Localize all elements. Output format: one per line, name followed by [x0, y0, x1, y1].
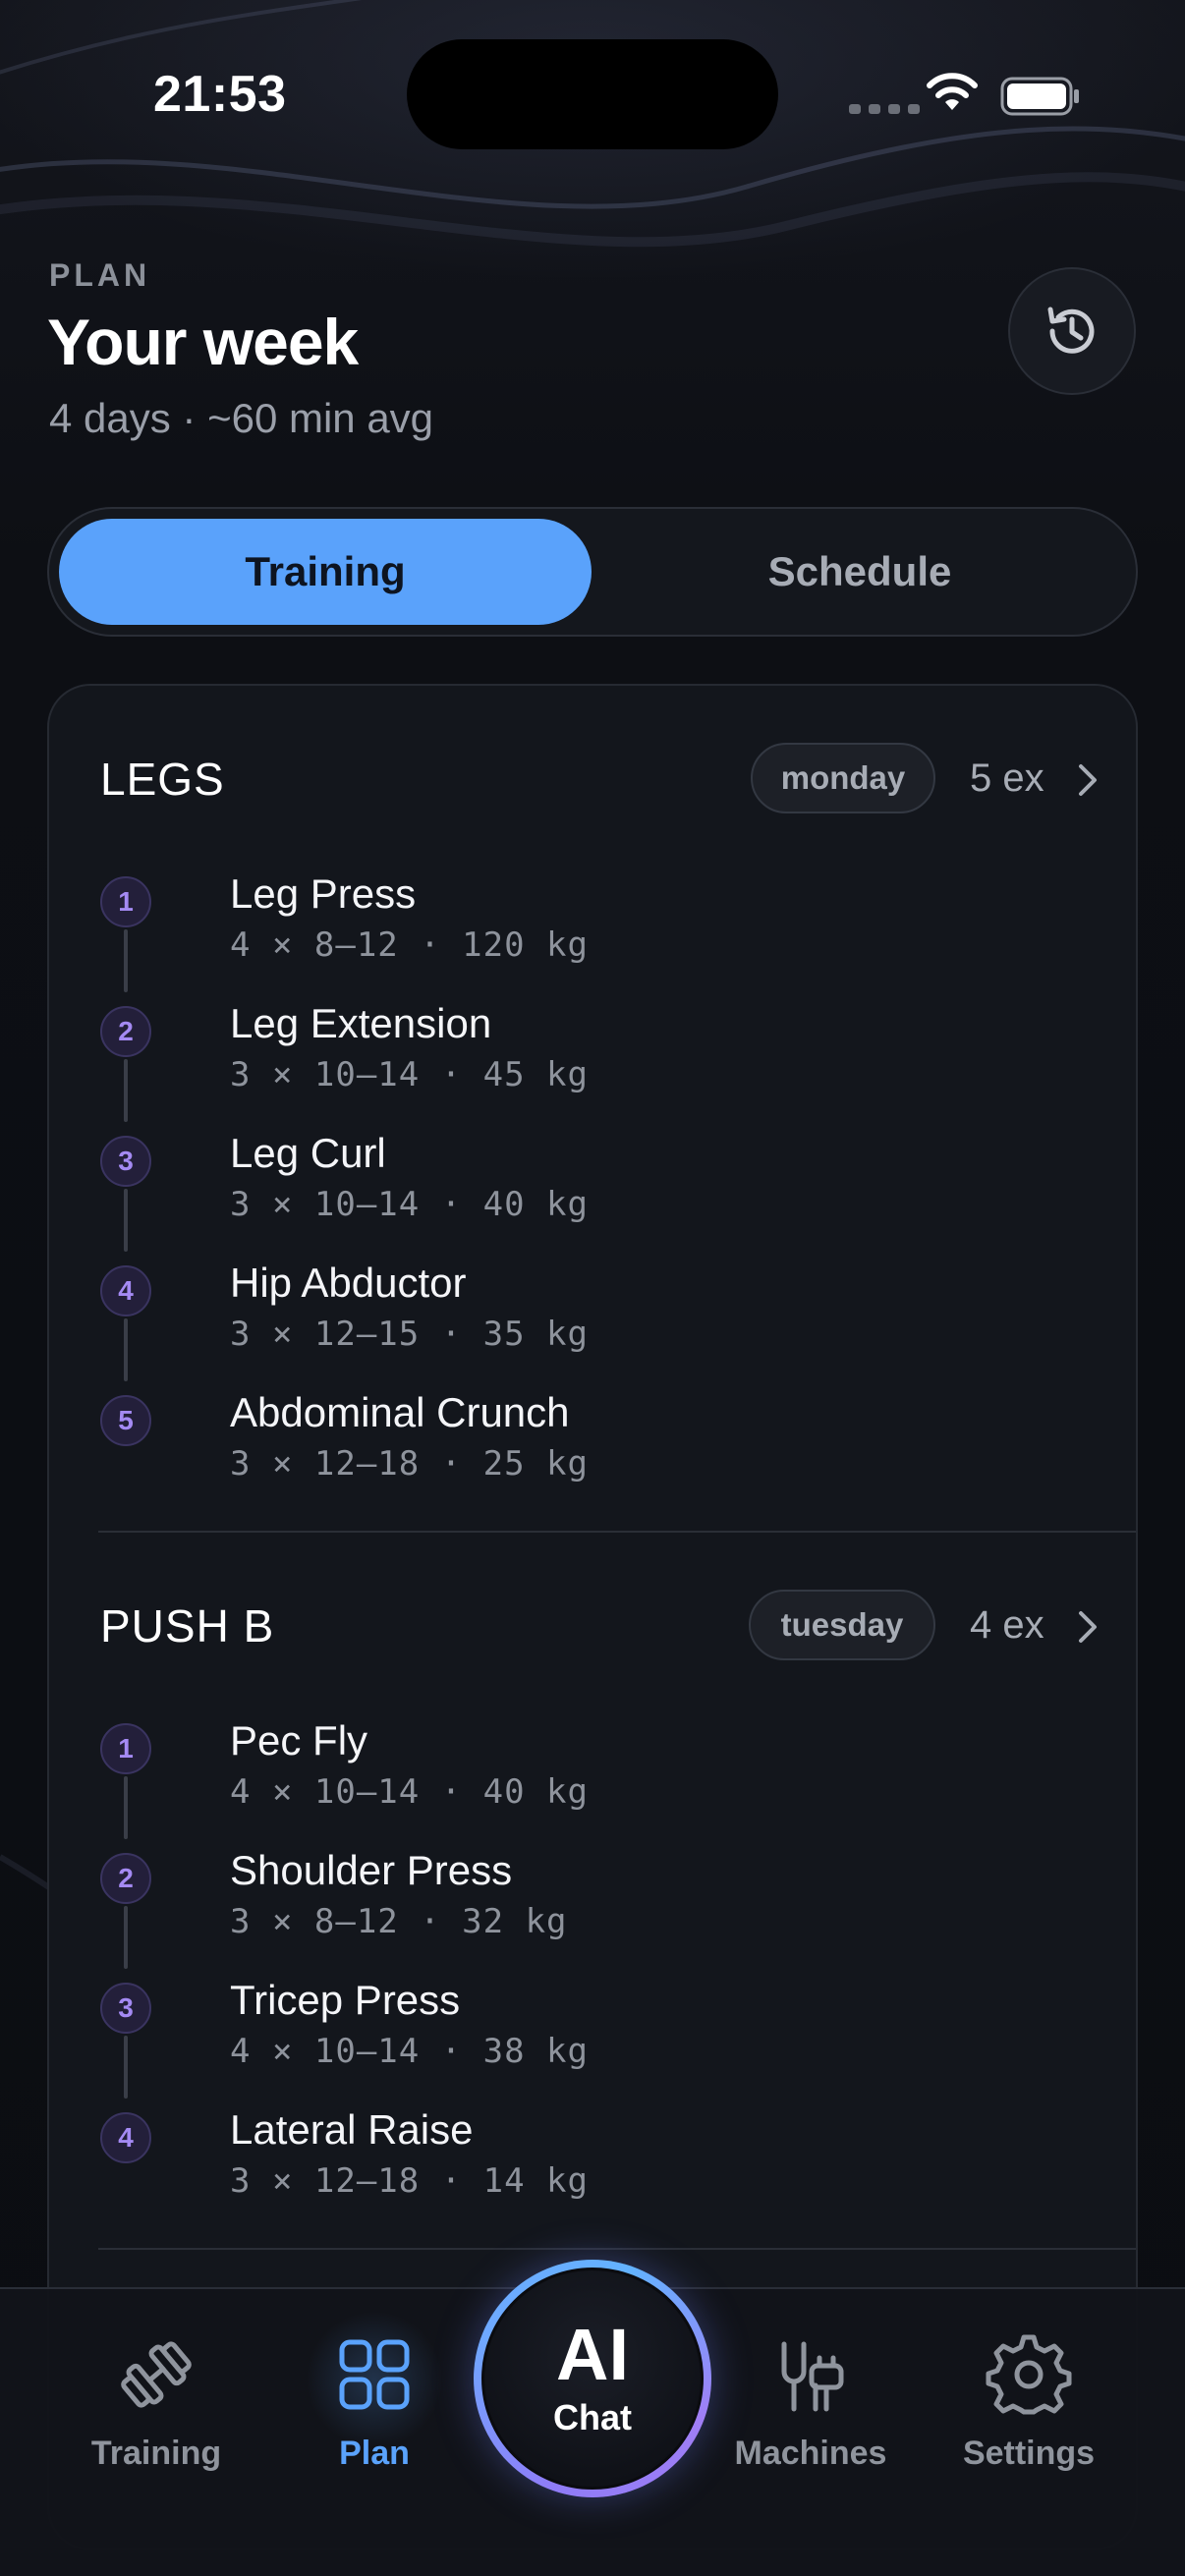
exercise-detail: 3 × 10–14 · 40 kg: [230, 1185, 589, 1224]
timeline-connector: [124, 1318, 128, 1381]
exercise-detail: 4 × 8–12 · 120 kg: [230, 925, 589, 965]
exercise-detail: 3 × 12–15 · 35 kg: [230, 1315, 589, 1354]
exercise-number: 5: [100, 1395, 151, 1446]
tab-label: Machines: [734, 2435, 887, 2472]
exercise-name: Leg Curl: [230, 1130, 386, 1176]
workout-divider: [98, 1531, 1136, 1533]
tab-label: Plan: [339, 2435, 410, 2472]
status-time: 21:53: [153, 66, 287, 123]
exercise-item[interactable]: 4 Lateral Raise 3 × 12–18 · 14 kg: [100, 2106, 1083, 2236]
tab-settings[interactable]: Settings: [935, 2330, 1122, 2527]
page-title: Your week: [47, 306, 359, 378]
section-eyebrow: PLAN: [49, 257, 151, 293]
exercise-number: 2: [100, 1006, 151, 1057]
dynamic-island: [407, 39, 778, 149]
tab-plan[interactable]: Plan: [281, 2311, 468, 2527]
exercise-item[interactable]: 3 Leg Curl 3 × 10–14 · 40 kg: [100, 1130, 1083, 1260]
chevron-right-icon[interactable]: [1073, 762, 1102, 798]
exercise-number: 3: [100, 1136, 151, 1187]
exercise-name: Tricep Press: [230, 1977, 461, 2023]
exercise-name: Pec Fly: [230, 1717, 368, 1764]
exercise-item[interactable]: 2 Shoulder Press 3 × 8–12 · 32 kg: [100, 1847, 1083, 1977]
day-badge: monday: [751, 743, 935, 813]
exercise-number: 1: [100, 1723, 151, 1774]
tab-training[interactable]: Training: [63, 2330, 250, 2527]
chat-label: Chat: [553, 2397, 632, 2437]
exercise-name: Abdominal Crunch: [230, 1389, 570, 1435]
dumbbell-icon: [121, 2341, 192, 2408]
plug-icon: [781, 2341, 844, 2412]
tab-label: Training: [90, 2435, 222, 2472]
timeline-connector: [124, 1906, 128, 1969]
exercise-detail: 3 × 12–18 · 14 kg: [230, 2161, 589, 2201]
history-button[interactable]: [1008, 267, 1136, 395]
exercise-item[interactable]: 3 Tricep Press 4 × 10–14 · 38 kg: [100, 1977, 1083, 2106]
page-subtitle: 4 days · ~60 min avg: [49, 395, 434, 441]
timeline-connector: [124, 1776, 128, 1839]
segment-training[interactable]: Training: [59, 519, 592, 625]
exercise-item[interactable]: 1 Pec Fly 4 × 10–14 · 40 kg: [100, 1717, 1083, 1847]
exercise-item[interactable]: 1 Leg Press 4 × 8–12 · 120 kg: [100, 870, 1083, 1000]
ai-chat-inner: AI Chat: [481, 2268, 704, 2490]
exercise-item[interactable]: 4 Hip Abductor 3 × 12–15 · 35 kg: [100, 1260, 1083, 1389]
wifi-icon: [927, 73, 978, 110]
exercise-number: 4: [100, 1265, 151, 1316]
workout-title: LEGS: [100, 754, 225, 805]
battery-icon: [1000, 77, 1079, 116]
exercise-item[interactable]: 5 Abdominal Crunch 3 × 12–18 · 25 kg: [100, 1389, 1083, 1519]
cellular-signal-icon: [849, 104, 920, 114]
exercise-detail: 3 × 8–12 · 32 kg: [230, 1902, 568, 1941]
tab-label: Settings: [962, 2435, 1096, 2472]
exercise-detail: 4 × 10–14 · 40 kg: [230, 1772, 589, 1812]
exercise-detail: 4 × 10–14 · 38 kg: [230, 2032, 589, 2071]
exercise-name: Leg Extension: [230, 1000, 492, 1046]
exercise-name: Hip Abductor: [230, 1260, 467, 1306]
exercise-number: 2: [100, 1853, 151, 1904]
exercise-number: 4: [100, 2112, 151, 2163]
exercise-name: Leg Press: [230, 870, 417, 917]
workout-title: PUSH B: [100, 1600, 275, 1652]
exercise-detail: 3 × 12–18 · 25 kg: [230, 1444, 589, 1484]
segment-schedule[interactable]: Schedule: [592, 519, 1128, 625]
day-badge: tuesday: [749, 1590, 935, 1660]
timeline-connector: [124, 929, 128, 992]
exercise-name: Lateral Raise: [230, 2106, 474, 2153]
timeline-connector: [124, 1189, 128, 1252]
exercise-name: Shoulder Press: [230, 1847, 513, 1893]
exercise-number: 1: [100, 876, 151, 927]
ai-label: AI: [556, 2314, 629, 2395]
view-segmented-control: Training Schedule: [47, 507, 1138, 637]
ai-chat-button[interactable]: AI Chat: [474, 2260, 711, 2497]
exercise-detail: 3 × 10–14 · 45 kg: [230, 1055, 589, 1094]
exercise-item[interactable]: 2 Leg Extension 3 × 10–14 · 45 kg: [100, 1000, 1083, 1130]
exercise-count: 4 ex: [970, 1603, 1044, 1647]
plan-screen: 21:53 PLAN Your week 4 days · ~60 min av…: [0, 0, 1185, 2576]
tab-machines[interactable]: Machines: [717, 2330, 904, 2527]
grid-icon: [339, 2339, 410, 2410]
workout-header[interactable]: PUSH B tuesday 4 ex: [100, 1590, 1102, 1660]
exercise-count: 5 ex: [970, 756, 1044, 800]
history-clock-icon: [1047, 307, 1095, 354]
gear-icon: [986, 2334, 1072, 2415]
timeline-connector: [124, 1059, 128, 1122]
chevron-right-icon[interactable]: [1073, 1609, 1102, 1645]
exercise-number: 3: [100, 1983, 151, 2034]
timeline-connector: [124, 2036, 128, 2099]
workout-header[interactable]: LEGS monday 5 ex: [100, 743, 1102, 813]
workout-divider: [98, 2248, 1136, 2250]
